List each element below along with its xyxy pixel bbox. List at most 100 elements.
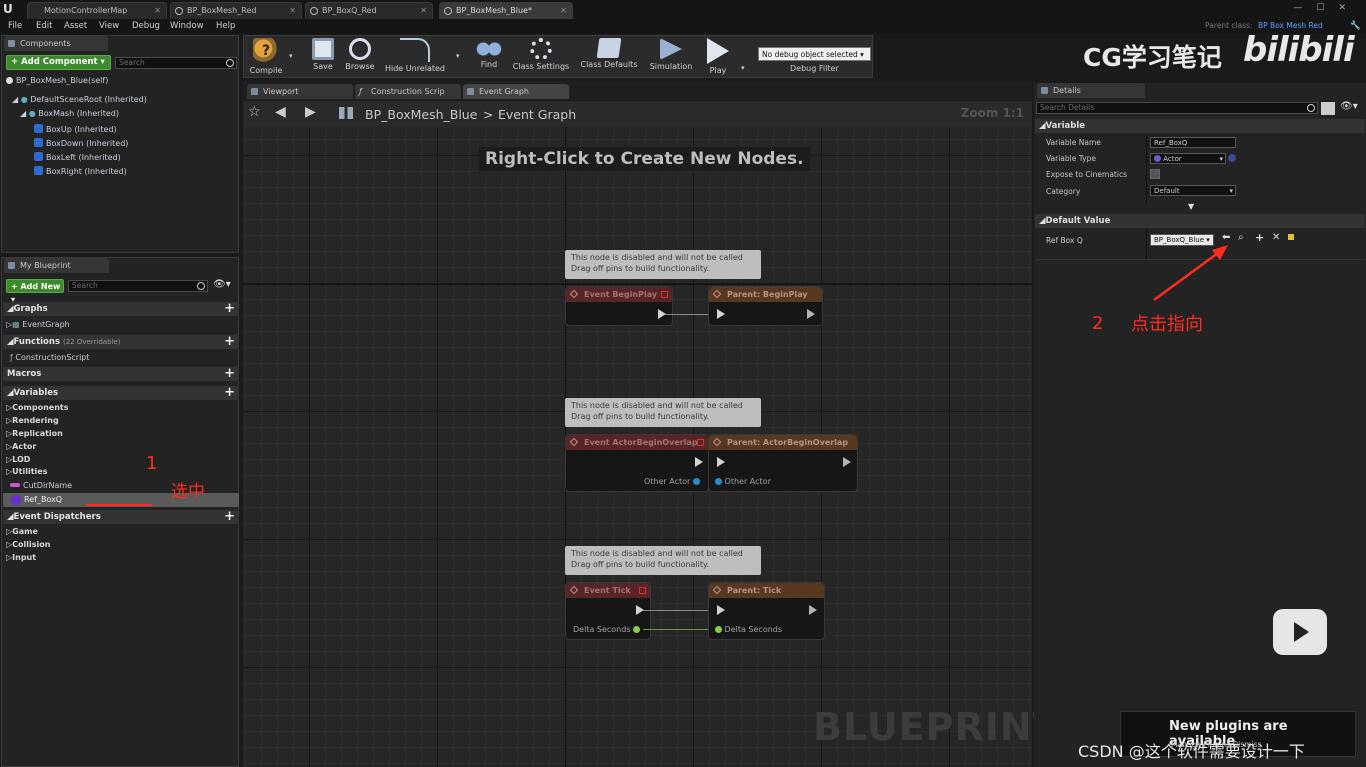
details-search-input[interactable]: Search Details: [1036, 102, 1318, 114]
forward-arrow-icon[interactable]: ▶: [305, 104, 316, 120]
dispatcher-category-game[interactable]: ▷Game: [6, 527, 38, 536]
event-dispatchers-section[interactable]: ◢Event Dispatchers +: [3, 510, 239, 524]
menu-file[interactable]: File: [8, 21, 22, 31]
graphs-section[interactable]: ◢Graphs +: [3, 302, 239, 316]
functions-section[interactable]: ◢Functions (22 Overridable) +: [3, 335, 239, 349]
breadcrumb-blueprint[interactable]: BP_BoxMesh_Blue: [365, 107, 477, 122]
simulation-button[interactable]: Simulation: [646, 38, 696, 77]
expose-to-cinematics-checkbox[interactable]: [1150, 169, 1160, 179]
other-actor-output-pin[interactable]: Other Actor: [644, 477, 700, 486]
dispatcher-category-input[interactable]: ▷Input: [6, 553, 36, 562]
my-blueprint-tab[interactable]: My Blueprint: [4, 258, 109, 273]
add-macro-icon[interactable]: +: [224, 367, 235, 380]
var-category-rendering[interactable]: ▷Rendering: [6, 416, 59, 425]
doc-tab-bp-boxmesh-red[interactable]: BP_BoxMesh_Red ✕: [170, 2, 302, 19]
compile-options-icon[interactable]: ▾: [289, 52, 293, 60]
bilibili-play-icon[interactable]: [1273, 609, 1327, 655]
clear-icon[interactable]: ✕: [1272, 232, 1280, 243]
default-value-section-header[interactable]: ◢Default Value: [1035, 214, 1365, 228]
close-icon[interactable]: ✕: [560, 3, 567, 18]
var-category-actor[interactable]: ▷Actor: [6, 442, 36, 451]
tab-viewport[interactable]: Viewport: [247, 84, 353, 99]
browse-icon[interactable]: ⌕: [1238, 232, 1244, 243]
delegate-pin-icon[interactable]: [661, 291, 668, 298]
window-controls[interactable]: —☐✕: [1293, 3, 1360, 13]
details-tab[interactable]: Details: [1037, 83, 1145, 98]
add-function-icon[interactable]: +: [224, 335, 235, 348]
property-matrix-icon[interactable]: [1321, 102, 1335, 115]
node-parent-beginplay[interactable]: Parent: BeginPlay: [708, 286, 823, 326]
debug-object-select[interactable]: No debug object selected ▾: [758, 47, 871, 61]
menu-window[interactable]: Window: [170, 21, 204, 31]
node-parent-tick[interactable]: Parent: Tick Delta Seconds: [708, 582, 825, 640]
variables-section[interactable]: ◢Variables +: [3, 386, 239, 400]
component-boxleft[interactable]: BoxLeft (Inherited): [34, 152, 121, 162]
var-category-components[interactable]: ▷Components: [6, 403, 68, 412]
eye-icon[interactable]: 👁▾: [213, 279, 231, 290]
exec-output-pin[interactable]: [695, 457, 703, 467]
exec-output-pin[interactable]: [809, 605, 817, 615]
exec-output-pin[interactable]: [843, 457, 851, 467]
reset-to-default-icon[interactable]: [1288, 234, 1294, 240]
node-event-beginplay[interactable]: Event BeginPlay: [565, 286, 673, 326]
exec-input-pin[interactable]: [717, 457, 725, 467]
add-variable-icon[interactable]: +: [224, 386, 235, 399]
close-icon[interactable]: ✕: [289, 3, 296, 18]
my-blueprint-search-input[interactable]: Search: [68, 280, 208, 292]
container-type-icon[interactable]: [1228, 154, 1236, 162]
advanced-expand-icon[interactable]: ▼: [1188, 202, 1194, 211]
doc-tab-bp-boxmesh-blue[interactable]: BP_BoxMesh_Blue* ✕: [439, 2, 573, 19]
delegate-pin-icon[interactable]: [697, 439, 704, 446]
var-category-utilities[interactable]: ▷Utilities: [6, 467, 47, 476]
play-options-icon[interactable]: ▾: [741, 64, 745, 72]
node-parent-actor-begin-overlap[interactable]: Parent: ActorBeginOverlap Other Actor: [708, 434, 858, 492]
other-actor-input-pin[interactable]: Other Actor: [715, 477, 771, 486]
add-dispatcher-icon[interactable]: +: [224, 510, 235, 523]
node-event-actor-begin-overlap[interactable]: Event ActorBeginOverlap Other Actor: [565, 434, 709, 492]
var-category-lod[interactable]: ▷LOD: [6, 455, 30, 464]
eye-icon[interactable]: 👁▾: [1340, 101, 1358, 112]
dispatcher-category-collision[interactable]: ▷Collision: [6, 540, 50, 549]
menu-debug[interactable]: Debug: [132, 21, 160, 31]
components-tab[interactable]: Components: [4, 36, 108, 51]
parent-class-link[interactable]: BP Box Mesh Red: [1258, 21, 1323, 30]
menu-help[interactable]: Help: [216, 21, 235, 31]
node-event-tick[interactable]: Event Tick Delta Seconds: [565, 582, 651, 640]
menu-edit[interactable]: Edit: [36, 21, 52, 31]
component-boxup[interactable]: BoxUp (Inherited): [34, 124, 117, 134]
tab-construction-script[interactable]: ƒ Construction Scrip: [355, 84, 461, 99]
delta-seconds-input-pin[interactable]: Delta Seconds: [715, 625, 782, 634]
class-defaults-button[interactable]: Class Defaults: [577, 38, 641, 77]
component-boxright[interactable]: BoxRight (Inherited): [34, 166, 127, 176]
close-icon[interactable]: ✕: [420, 3, 427, 18]
event-graph-canvas[interactable]: ☆ ◀ ▶ BP_BoxMesh_Blue > Event Graph Zoom…: [243, 101, 1059, 767]
find-button[interactable]: Find: [472, 38, 506, 77]
var-category-replication[interactable]: ▷Replication: [6, 429, 63, 438]
doc-tab-bp-boxq-red[interactable]: BP_BoxQ_Red ✕: [305, 2, 433, 19]
component-boxmash[interactable]: ◢ ● BoxMash (Inherited): [20, 109, 119, 118]
delegate-pin-icon[interactable]: [639, 587, 646, 594]
variable-name-field[interactable]: Ref_BoxQ: [1150, 137, 1236, 148]
component-boxdown[interactable]: BoxDown (Inherited): [34, 138, 128, 148]
menu-view[interactable]: View: [99, 21, 119, 31]
delta-seconds-output-pin[interactable]: Delta Seconds: [573, 625, 641, 634]
breadcrumb-graph[interactable]: Event Graph: [498, 107, 576, 122]
back-arrow-icon[interactable]: ◀: [275, 104, 286, 120]
menu-asset[interactable]: Asset: [64, 21, 87, 31]
add-icon[interactable]: +: [1255, 231, 1264, 244]
save-button[interactable]: Save: [307, 38, 339, 77]
hide-unrelated-button[interactable]: Hide Unrelated: [384, 38, 446, 77]
compile-button[interactable]: ? Compile: [247, 38, 285, 77]
variable-cutdirname[interactable]: CutDirName: [10, 481, 72, 490]
variable-section-header[interactable]: ◢Variable: [1035, 119, 1365, 133]
add-component-button[interactable]: + Add Component ▾: [6, 55, 111, 70]
component-self[interactable]: BP_BoxMesh_Blue(self): [6, 76, 108, 85]
components-search-input[interactable]: Search: [115, 57, 237, 69]
category-select[interactable]: Default ▾: [1150, 185, 1236, 196]
class-settings-button[interactable]: Class Settings: [510, 38, 572, 77]
favorite-star-icon[interactable]: ☆: [248, 104, 261, 120]
browse-button[interactable]: Browse: [341, 38, 379, 77]
exec-input-pin[interactable]: [717, 605, 725, 615]
tab-event-graph[interactable]: Event Graph: [463, 84, 569, 99]
event-graph-item[interactable]: ▷▦ EventGraph: [6, 320, 70, 329]
